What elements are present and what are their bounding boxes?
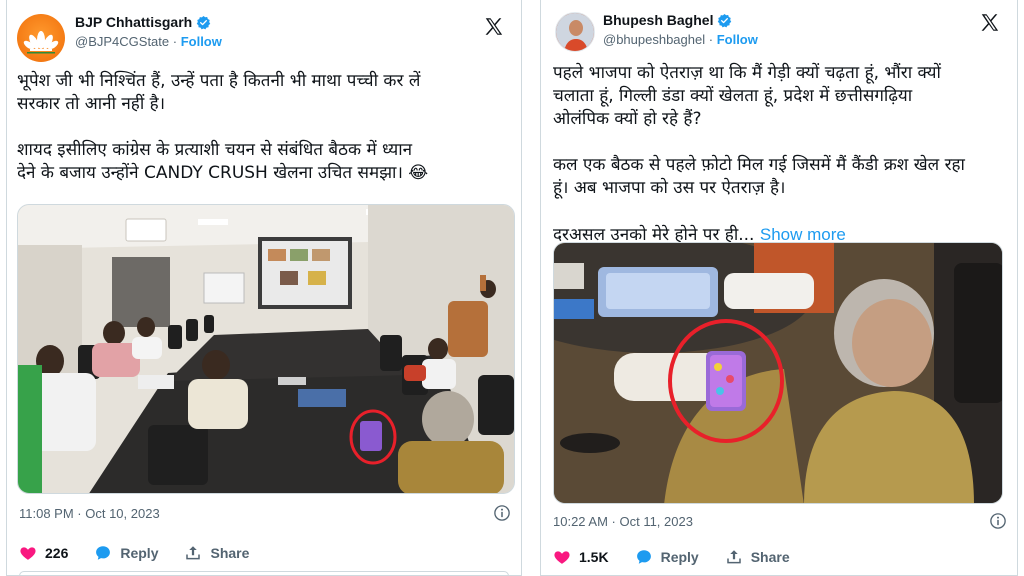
separator-dot: ·	[172, 34, 181, 49]
handle-row: @bhupeshbaghel · Follow	[603, 32, 758, 47]
author-handle[interactable]: @bhupeshbaghel	[603, 32, 705, 47]
screenshot-canvas: BJP Chhattisgarh @BJP4CGState · Follow भ…	[0, 0, 1024, 576]
author-block: Bhupesh Baghel @bhupeshbaghel · Follow	[603, 12, 758, 47]
author-name[interactable]: BJP Chhattisgarh	[75, 14, 192, 30]
tweet-header: BJP Chhattisgarh @BJP4CGState · Follow	[17, 12, 511, 66]
tweet-photo-meeting-room[interactable]	[17, 204, 515, 494]
share-label: Share	[210, 545, 250, 561]
reply-label: Reply	[120, 545, 159, 561]
verified-badge-icon	[718, 13, 732, 27]
phone-game-image	[554, 243, 1002, 503]
share-upload-icon	[186, 546, 201, 560]
info-icon[interactable]	[989, 512, 1007, 530]
tweet-card-bjp: BJP Chhattisgarh @BJP4CGState · Follow भ…	[6, 0, 522, 576]
tweet-body: पहले भाजपा को ऐतराज़ था कि मैं गेड़ी क्य…	[553, 63, 965, 245]
author-name-row[interactable]: BJP Chhattisgarh	[75, 14, 222, 30]
reply-bubble-icon	[96, 546, 111, 560]
tweet-text: भूपेश जी भी निश्चिंत हैं, उन्हें पता है …	[17, 71, 429, 183]
avatar[interactable]	[555, 12, 595, 52]
tweet-photo-candy-crush[interactable]	[553, 242, 1003, 504]
share-upload-icon	[726, 550, 741, 564]
profile-photo-icon	[556, 13, 594, 51]
meeting-room-image	[18, 205, 514, 493]
follow-button[interactable]: Follow	[717, 32, 758, 47]
reply-bubble-icon	[636, 550, 651, 564]
like-button[interactable]: 1.5K	[553, 548, 609, 566]
follow-button[interactable]: Follow	[181, 34, 222, 49]
author-block: BJP Chhattisgarh @BJP4CGState · Follow	[75, 14, 222, 49]
heart-icon	[554, 551, 570, 564]
share-button[interactable]: Share	[184, 544, 249, 562]
heart-icon	[20, 547, 36, 560]
like-count: 1.5K	[579, 549, 609, 565]
avatar[interactable]	[17, 14, 65, 62]
share-label: Share	[750, 549, 790, 565]
reply-box-edge	[19, 571, 509, 575]
tweet-text: पहले भाजपा को ऐतराज़ था कि मैं गेड़ी क्य…	[553, 62, 1009, 247]
handle-row: @BJP4CGState · Follow	[75, 34, 222, 49]
like-count: 226	[45, 545, 69, 561]
author-handle[interactable]: @BJP4CGState	[75, 34, 169, 49]
share-button[interactable]: Share	[725, 548, 790, 566]
tweet-header: Bhupesh Baghel @bhupeshbaghel · Follow	[551, 12, 1007, 66]
x-logo-icon[interactable]	[483, 16, 505, 38]
separator-dot: ·	[708, 32, 717, 47]
tweet-timestamp[interactable]: 10:22 AM · Oct 11, 2023	[553, 514, 693, 529]
tweet-card-baghel: Bhupesh Baghel @bhupeshbaghel · Follow प…	[540, 0, 1018, 576]
x-logo-icon[interactable]	[979, 12, 1001, 34]
author-name[interactable]: Bhupesh Baghel	[603, 12, 713, 28]
info-icon[interactable]	[493, 504, 511, 522]
author-name-row[interactable]: Bhupesh Baghel	[603, 12, 758, 28]
tweet-actions: 226 Reply Share	[19, 542, 509, 564]
tweet-timestamp[interactable]: 11:08 PM · Oct 10, 2023	[19, 506, 160, 521]
like-button[interactable]: 226	[19, 544, 68, 562]
column-gutter	[522, 0, 542, 576]
lotus-logo-icon	[23, 31, 59, 54]
verified-badge-icon	[196, 15, 211, 29]
tweet-actions: 1.5K Reply Share	[553, 546, 1005, 568]
reply-button[interactable]: Reply	[94, 544, 158, 562]
reply-label: Reply	[660, 549, 699, 565]
reply-button[interactable]: Reply	[635, 548, 699, 566]
